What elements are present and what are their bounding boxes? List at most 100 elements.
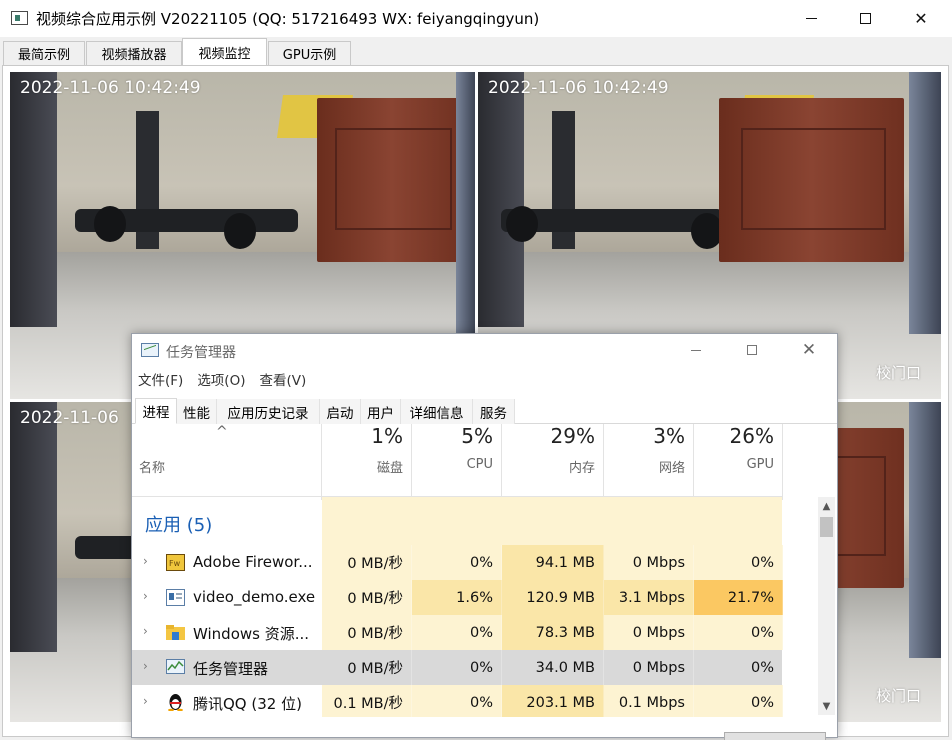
task-manager-title-bar[interactable]: 任务管理器 ✕	[132, 334, 837, 367]
video-channel-label: 校门口	[875, 687, 921, 705]
menu-bar: 文件(F) 选项(O) 查看(V)	[132, 369, 837, 391]
tab-processes[interactable]: 进程	[135, 398, 177, 424]
cpu-cell: 0%	[412, 615, 502, 650]
column-header-memory[interactable]: 29% 内存	[502, 424, 604, 500]
cpu-cell: 0%	[412, 545, 502, 580]
gpu-cell: 0%	[694, 685, 783, 717]
tab-users[interactable]: 用户	[361, 399, 401, 424]
task-manager-icon	[141, 343, 159, 357]
sort-caret-icon: ^	[216, 424, 228, 440]
gpu-cell: 0%	[694, 545, 783, 580]
gpu-cell: 0%	[694, 650, 783, 685]
cpu-cell: 1.6%	[412, 580, 502, 615]
folder-icon	[166, 625, 185, 640]
tab-services[interactable]: 服务	[473, 399, 515, 424]
qq-penguin-icon	[168, 694, 183, 711]
tab-app-history[interactable]: 应用历史记录	[217, 399, 320, 424]
network-cell: 0.1 Mbps	[604, 685, 694, 717]
scroll-up-icon[interactable]: ▲	[818, 497, 835, 515]
tab-startup[interactable]: 启动	[320, 399, 361, 424]
disk-cell: 0.1 MB/秒	[322, 685, 412, 717]
window-title: 视频综合应用示例 V20221105 (QQ: 517216493 WX: fe…	[36, 10, 540, 28]
fireworks-icon: Fw	[166, 554, 185, 571]
close-icon: ✕	[801, 340, 817, 360]
video-timestamp: 2022-11-06 10:42:49	[20, 78, 201, 98]
cpu-cell: 0%	[412, 650, 502, 685]
memory-cell: 78.3 MB	[502, 615, 604, 650]
gpu-cell: 0%	[694, 615, 783, 650]
network-cell: 0 Mbps	[604, 615, 694, 650]
task-manager-tab-bar: 进程 性能 应用历史记录 启动 用户 详细信息 服务	[132, 398, 837, 424]
process-name: Adobe Firewor...	[193, 553, 313, 571]
svg-text:Fw: Fw	[169, 559, 181, 568]
tm-close-button[interactable]: ✕	[794, 340, 824, 360]
tab-performance[interactable]: 性能	[177, 399, 217, 424]
chevron-right-icon[interactable]: ›	[143, 554, 148, 568]
video-channel-label: 校门口	[875, 364, 921, 382]
minimize-icon	[805, 18, 817, 19]
chevron-right-icon[interactable]: ›	[143, 659, 148, 673]
close-button[interactable]: ✕	[898, 0, 944, 37]
maximize-icon	[859, 13, 871, 24]
disk-cell: 0 MB/秒	[322, 545, 412, 580]
main-tab-bar: 最简示例 视频播放器 视频监控 GPU示例	[0, 37, 952, 66]
process-row[interactable]: › 腾讯QQ (32 位) 0.1 MB/秒 0% 203.1 MB 0.1 M…	[132, 685, 783, 717]
tab-simple-example[interactable]: 最简示例	[3, 41, 85, 65]
video-timestamp: 2022-11-06	[20, 408, 119, 428]
task-manager-window[interactable]: 任务管理器 ✕ 文件(F) 选项(O) 查看(V) 进程 性能 应用历史记录 启…	[131, 333, 838, 740]
scroll-thumb[interactable]	[820, 517, 833, 537]
tm-maximize-button[interactable]	[737, 340, 767, 360]
scroll-down-icon[interactable]: ▼	[818, 697, 835, 715]
memory-cell: 34.0 MB	[502, 650, 604, 685]
process-row[interactable]: › Fw Adobe Firewor... 0 MB/秒 0% 94.1 MB …	[132, 545, 783, 580]
process-row[interactable]: › video_demo.exe 0 MB/秒 1.6% 120.9 MB 3.…	[132, 580, 783, 615]
section-fill	[322, 497, 782, 545]
column-header-cpu[interactable]: 5% CPU	[412, 424, 502, 500]
chevron-right-icon[interactable]: ›	[143, 624, 148, 638]
column-header-gpu[interactable]: 26% GPU	[694, 424, 783, 500]
maximize-icon	[747, 345, 757, 355]
task-manager-icon	[166, 659, 185, 674]
memory-cell: 94.1 MB	[502, 545, 604, 580]
column-header-network[interactable]: 3% 网络	[604, 424, 694, 500]
title-bar: 视频综合应用示例 V20221105 (QQ: 517216493 WX: fe…	[0, 0, 952, 37]
video-timestamp: 2022-11-06 10:42:49	[488, 78, 669, 98]
process-name: 腾讯QQ (32 位)	[193, 695, 302, 713]
tab-gpu-example[interactable]: GPU示例	[268, 41, 351, 65]
process-name: 任务管理器	[193, 660, 269, 678]
menu-options[interactable]: 选项(O)	[197, 369, 245, 391]
memory-cell: 120.9 MB	[502, 580, 604, 615]
process-row[interactable]: › Windows 资源... 0 MB/秒 0% 78.3 MB 0 Mbps…	[132, 615, 783, 650]
task-manager-title: 任务管理器	[166, 345, 236, 361]
chevron-right-icon[interactable]: ›	[143, 694, 148, 708]
process-grid: ^ 名称 1% 磁盘 5% CPU 29% 内存 3% 网络 26% GPU 应…	[132, 424, 837, 717]
minimize-icon	[691, 349, 701, 351]
vertical-scrollbar[interactable]: ▲ ▼	[818, 497, 835, 715]
column-header-name[interactable]: ^ 名称	[132, 424, 322, 500]
disk-cell: 0 MB/秒	[322, 650, 412, 685]
disk-cell: 0 MB/秒	[322, 615, 412, 650]
tab-video-monitor[interactable]: 视频监控	[182, 38, 267, 66]
memory-cell: 203.1 MB	[502, 685, 604, 717]
menu-file[interactable]: 文件(F)	[138, 369, 183, 391]
process-name: Windows 资源...	[193, 625, 310, 643]
column-header-disk[interactable]: 1% 磁盘	[322, 424, 412, 500]
tab-details[interactable]: 详细信息	[401, 399, 473, 424]
disk-cell: 0 MB/秒	[322, 580, 412, 615]
end-task-button[interactable]	[724, 732, 826, 740]
section-apps[interactable]: 应用 (5)	[132, 497, 782, 545]
close-icon: ✕	[914, 9, 928, 28]
network-cell: 3.1 Mbps	[604, 580, 694, 615]
menu-view[interactable]: 查看(V)	[259, 369, 306, 391]
chevron-right-icon[interactable]: ›	[143, 589, 148, 603]
minimize-button[interactable]	[788, 0, 834, 37]
tm-minimize-button[interactable]	[681, 340, 711, 360]
app-window-icon	[166, 589, 185, 606]
tab-video-player[interactable]: 视频播放器	[86, 41, 182, 65]
app-window-icon	[11, 11, 28, 25]
maximize-button[interactable]	[842, 0, 888, 37]
process-row-selected[interactable]: › 任务管理器 0 MB/秒 0% 34.0 MB 0 Mbps 0%	[132, 650, 783, 685]
section-title: 应用 (5)	[145, 515, 213, 536]
cpu-cell: 0%	[412, 685, 502, 717]
network-cell: 0 Mbps	[604, 545, 694, 580]
